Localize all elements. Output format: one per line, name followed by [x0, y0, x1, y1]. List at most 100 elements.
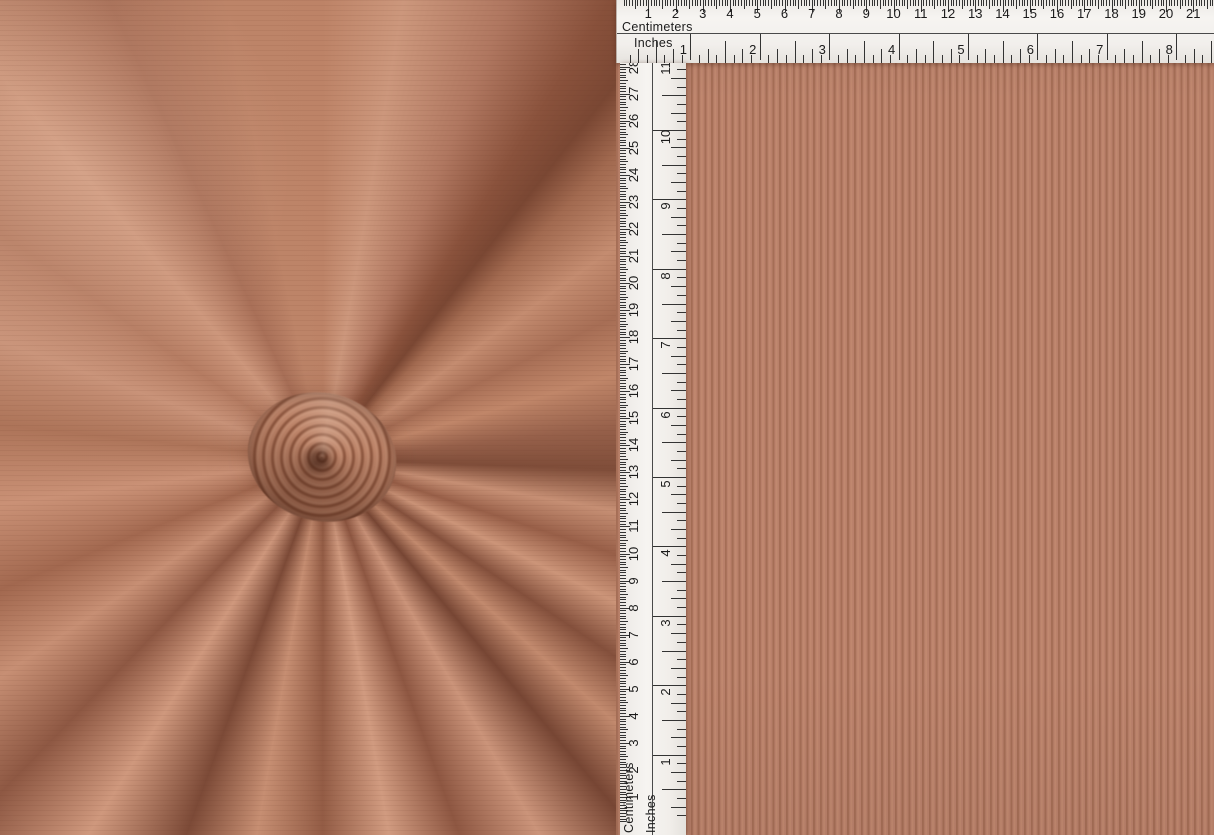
inch-fraction-tick — [677, 399, 686, 400]
v-cm-number: 20 — [625, 274, 641, 292]
mm-tick — [823, 0, 824, 6]
inch-fraction-tick — [677, 312, 686, 313]
inch-fraction-tick — [881, 49, 882, 63]
inch-fraction-tick — [725, 41, 726, 63]
mm-tick — [620, 132, 626, 133]
inch-fraction-tick — [677, 191, 686, 192]
inch-fraction-tick — [677, 659, 686, 660]
inch-fraction-tick — [677, 763, 686, 764]
h-cm-number: 8 — [829, 6, 849, 21]
v-cm-number: 26 — [625, 112, 641, 130]
mm-tick — [1177, 0, 1178, 6]
mm-tick — [620, 702, 628, 703]
v-cm-number: 17 — [625, 355, 641, 373]
inch-fraction-tick — [1081, 55, 1082, 63]
h-inch-number: 5 — [953, 42, 969, 57]
mm-tick — [620, 218, 626, 219]
v-cm-number: 27 — [625, 85, 641, 103]
inch-fraction-tick — [664, 55, 665, 63]
mm-tick — [620, 351, 628, 352]
mm-tick — [620, 104, 626, 105]
mm-tick — [620, 294, 626, 295]
mm-tick — [620, 756, 628, 757]
inch-fraction-tick — [662, 651, 686, 652]
inch-fraction-tick — [677, 225, 686, 226]
inch-fraction-tick — [671, 356, 686, 357]
fabric-product-photo: 123456789101112131415161718192021 Centim… — [0, 0, 1214, 835]
v-cm-number: 4 — [625, 707, 641, 725]
h-ruler-divider — [617, 33, 1214, 34]
inch-fraction-tick — [671, 251, 686, 252]
h-cm-number: 2 — [666, 6, 686, 21]
mm-tick — [620, 543, 626, 544]
v-inches-label: Inches — [644, 794, 658, 833]
mm-tick — [1125, 0, 1126, 9]
mm-tick — [620, 137, 626, 138]
mm-tick — [620, 729, 628, 730]
mm-tick — [620, 564, 626, 565]
mm-tick — [620, 700, 626, 701]
mm-tick — [934, 0, 935, 9]
v-cm-number: 18 — [625, 328, 641, 346]
inch-fraction-tick — [671, 598, 686, 599]
inch-fraction-tick — [677, 694, 686, 695]
h-cm-number: 13 — [965, 6, 985, 21]
mm-tick — [620, 245, 626, 246]
inch-fraction-tick — [671, 217, 686, 218]
h-inches-label: Inches — [634, 36, 673, 50]
mm-tick — [620, 348, 626, 349]
inch-fraction-tick — [1194, 49, 1195, 63]
inch-fraction-tick — [677, 590, 686, 591]
mm-tick — [620, 678, 626, 679]
v-cm-number: 10 — [625, 545, 641, 563]
mm-tick — [1068, 0, 1069, 6]
inch-fraction-tick — [677, 260, 686, 261]
inch-fraction-tick — [985, 49, 986, 63]
v-inch-number: 8 — [657, 267, 673, 285]
inch-fraction-tick — [1159, 49, 1160, 63]
mm-tick — [1071, 0, 1072, 9]
inch-fraction-tick — [677, 330, 686, 331]
v-inch-number: 4 — [657, 544, 673, 562]
mm-tick — [620, 759, 626, 760]
inch-fraction-tick — [677, 87, 686, 88]
mm-tick — [714, 0, 715, 6]
v-cm-number: 21 — [625, 247, 641, 265]
inch-fraction-tick — [1055, 49, 1056, 63]
inch-fraction-tick — [942, 55, 943, 63]
mm-tick — [620, 269, 628, 270]
mm-tick — [620, 240, 626, 241]
mm-tick — [620, 645, 626, 646]
mm-tick — [620, 456, 626, 457]
v-inch-number: 2 — [657, 683, 673, 701]
mm-tick — [1212, 0, 1213, 6]
v-cm-number: 7 — [625, 626, 641, 644]
inch-fraction-tick — [838, 55, 839, 63]
fabric-swirl-photo — [0, 0, 621, 835]
h-cm-number: 1 — [638, 6, 658, 21]
mm-tick — [632, 0, 633, 6]
inch-fraction-tick — [671, 668, 686, 669]
inch-fraction-tick — [671, 772, 686, 773]
inch-fraction-tick — [677, 781, 686, 782]
inch-fraction-tick — [671, 807, 686, 808]
inch-fraction-tick — [1211, 41, 1212, 63]
mm-tick — [620, 651, 626, 652]
mm-tick — [620, 80, 628, 81]
mm-tick — [620, 624, 626, 625]
mm-tick — [620, 537, 626, 538]
inch-fraction-tick — [647, 55, 648, 63]
fabric-flat-photo — [616, 0, 1214, 835]
mm-tick — [620, 107, 628, 108]
inch-fraction-tick — [638, 49, 639, 63]
v-cm-number: 6 — [625, 653, 641, 671]
inch-fraction-tick — [677, 624, 686, 625]
h-cm-number: 16 — [1047, 6, 1067, 21]
mm-tick — [1095, 0, 1096, 6]
v-cm-number: 16 — [625, 382, 641, 400]
v-cm-number: 24 — [625, 166, 641, 184]
inch-fraction-tick — [677, 711, 686, 712]
inch-fraction-tick — [673, 49, 674, 63]
v-cm-number: 25 — [625, 139, 641, 157]
v-cm-number: 14 — [625, 436, 641, 454]
